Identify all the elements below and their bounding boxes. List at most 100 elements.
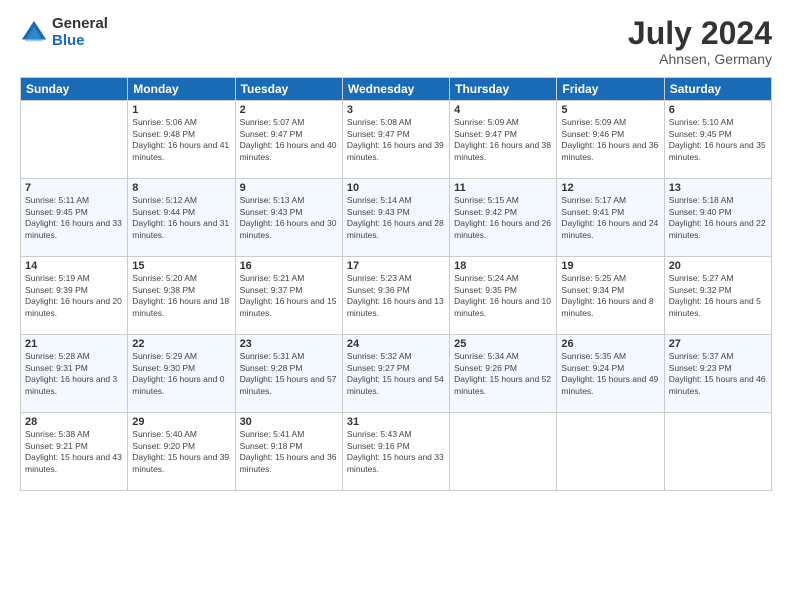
calendar-cell: 29Sunrise: 5:40 AMSunset: 9:20 PMDayligh… — [128, 413, 235, 491]
calendar-cell: 21Sunrise: 5:28 AMSunset: 9:31 PMDayligh… — [21, 335, 128, 413]
calendar-cell: 31Sunrise: 5:43 AMSunset: 9:16 PMDayligh… — [342, 413, 449, 491]
logo-text: General Blue — [52, 16, 108, 49]
header-wednesday: Wednesday — [342, 78, 449, 101]
calendar-cell: 20Sunrise: 5:27 AMSunset: 9:32 PMDayligh… — [664, 257, 771, 335]
cell-day-number: 22 — [132, 338, 230, 350]
cell-day-number: 30 — [240, 416, 338, 428]
cell-day-number: 13 — [669, 182, 767, 194]
cell-info: Sunrise: 5:24 AMSunset: 9:35 PMDaylight:… — [454, 273, 551, 317]
logo-general: General — [52, 16, 108, 33]
header-tuesday: Tuesday — [235, 78, 342, 101]
cell-info: Sunrise: 5:25 AMSunset: 9:34 PMDaylight:… — [561, 273, 653, 317]
calendar-cell: 26Sunrise: 5:35 AMSunset: 9:24 PMDayligh… — [557, 335, 664, 413]
cell-info: Sunrise: 5:32 AMSunset: 9:27 PMDaylight:… — [347, 351, 444, 395]
cell-info: Sunrise: 5:27 AMSunset: 9:32 PMDaylight:… — [669, 273, 761, 317]
cell-day-number: 8 — [132, 182, 230, 194]
week-row-4: 28Sunrise: 5:38 AMSunset: 9:21 PMDayligh… — [21, 413, 772, 491]
cell-day-number: 26 — [561, 338, 659, 350]
title-month: July 2024 — [628, 16, 772, 51]
week-row-1: 7Sunrise: 5:11 AMSunset: 9:45 PMDaylight… — [21, 179, 772, 257]
cell-info: Sunrise: 5:31 AMSunset: 9:28 PMDaylight:… — [240, 351, 337, 395]
cell-day-number: 16 — [240, 260, 338, 272]
cell-info: Sunrise: 5:19 AMSunset: 9:39 PMDaylight:… — [25, 273, 122, 317]
cell-info: Sunrise: 5:06 AMSunset: 9:48 PMDaylight:… — [132, 117, 229, 161]
cell-day-number: 29 — [132, 416, 230, 428]
week-row-2: 14Sunrise: 5:19 AMSunset: 9:39 PMDayligh… — [21, 257, 772, 335]
cell-day-number: 4 — [454, 104, 552, 116]
calendar-cell: 1Sunrise: 5:06 AMSunset: 9:48 PMDaylight… — [128, 101, 235, 179]
logo-icon — [20, 19, 48, 47]
calendar-cell: 17Sunrise: 5:23 AMSunset: 9:36 PMDayligh… — [342, 257, 449, 335]
cell-day-number: 28 — [25, 416, 123, 428]
header: General Blue July 2024 Ahnsen, Germany — [20, 16, 772, 67]
cell-info: Sunrise: 5:21 AMSunset: 9:37 PMDaylight:… — [240, 273, 337, 317]
cell-info: Sunrise: 5:34 AMSunset: 9:26 PMDaylight:… — [454, 351, 551, 395]
cell-info: Sunrise: 5:09 AMSunset: 9:47 PMDaylight:… — [454, 117, 551, 161]
cell-info: Sunrise: 5:14 AMSunset: 9:43 PMDaylight:… — [347, 195, 444, 239]
calendar-cell: 15Sunrise: 5:20 AMSunset: 9:38 PMDayligh… — [128, 257, 235, 335]
cell-info: Sunrise: 5:35 AMSunset: 9:24 PMDaylight:… — [561, 351, 658, 395]
calendar-cell: 23Sunrise: 5:31 AMSunset: 9:28 PMDayligh… — [235, 335, 342, 413]
calendar-cell: 8Sunrise: 5:12 AMSunset: 9:44 PMDaylight… — [128, 179, 235, 257]
cell-day-number: 20 — [669, 260, 767, 272]
calendar-cell — [450, 413, 557, 491]
cell-day-number: 18 — [454, 260, 552, 272]
calendar-cell: 18Sunrise: 5:24 AMSunset: 9:35 PMDayligh… — [450, 257, 557, 335]
page: General Blue July 2024 Ahnsen, Germany S… — [0, 0, 792, 612]
cell-day-number: 9 — [240, 182, 338, 194]
cell-day-number: 10 — [347, 182, 445, 194]
cell-day-number: 15 — [132, 260, 230, 272]
cell-day-number: 12 — [561, 182, 659, 194]
days-header-row: Sunday Monday Tuesday Wednesday Thursday… — [21, 78, 772, 101]
week-row-0: 1Sunrise: 5:06 AMSunset: 9:48 PMDaylight… — [21, 101, 772, 179]
logo: General Blue — [20, 16, 108, 49]
calendar-cell: 24Sunrise: 5:32 AMSunset: 9:27 PMDayligh… — [342, 335, 449, 413]
calendar-cell: 25Sunrise: 5:34 AMSunset: 9:26 PMDayligh… — [450, 335, 557, 413]
cell-info: Sunrise: 5:13 AMSunset: 9:43 PMDaylight:… — [240, 195, 337, 239]
cell-day-number: 5 — [561, 104, 659, 116]
calendar-cell: 14Sunrise: 5:19 AMSunset: 9:39 PMDayligh… — [21, 257, 128, 335]
cell-info: Sunrise: 5:10 AMSunset: 9:45 PMDaylight:… — [669, 117, 766, 161]
cell-day-number: 27 — [669, 338, 767, 350]
calendar-cell: 19Sunrise: 5:25 AMSunset: 9:34 PMDayligh… — [557, 257, 664, 335]
calendar-cell: 16Sunrise: 5:21 AMSunset: 9:37 PMDayligh… — [235, 257, 342, 335]
week-row-3: 21Sunrise: 5:28 AMSunset: 9:31 PMDayligh… — [21, 335, 772, 413]
calendar-cell — [557, 413, 664, 491]
calendar-cell: 28Sunrise: 5:38 AMSunset: 9:21 PMDayligh… — [21, 413, 128, 491]
calendar-cell: 22Sunrise: 5:29 AMSunset: 9:30 PMDayligh… — [128, 335, 235, 413]
cell-info: Sunrise: 5:38 AMSunset: 9:21 PMDaylight:… — [25, 429, 122, 473]
calendar-cell: 4Sunrise: 5:09 AMSunset: 9:47 PMDaylight… — [450, 101, 557, 179]
cell-info: Sunrise: 5:28 AMSunset: 9:31 PMDaylight:… — [25, 351, 117, 395]
calendar-cell: 30Sunrise: 5:41 AMSunset: 9:18 PMDayligh… — [235, 413, 342, 491]
cell-info: Sunrise: 5:20 AMSunset: 9:38 PMDaylight:… — [132, 273, 229, 317]
cell-day-number: 31 — [347, 416, 445, 428]
cell-info: Sunrise: 5:09 AMSunset: 9:46 PMDaylight:… — [561, 117, 658, 161]
cell-day-number: 25 — [454, 338, 552, 350]
cell-info: Sunrise: 5:08 AMSunset: 9:47 PMDaylight:… — [347, 117, 444, 161]
cell-info: Sunrise: 5:12 AMSunset: 9:44 PMDaylight:… — [132, 195, 229, 239]
cell-day-number: 11 — [454, 182, 552, 194]
cell-info: Sunrise: 5:37 AMSunset: 9:23 PMDaylight:… — [669, 351, 766, 395]
cell-day-number: 17 — [347, 260, 445, 272]
calendar-cell: 27Sunrise: 5:37 AMSunset: 9:23 PMDayligh… — [664, 335, 771, 413]
calendar-cell: 5Sunrise: 5:09 AMSunset: 9:46 PMDaylight… — [557, 101, 664, 179]
cell-day-number: 21 — [25, 338, 123, 350]
cell-day-number: 3 — [347, 104, 445, 116]
cell-day-number: 6 — [669, 104, 767, 116]
calendar-cell: 7Sunrise: 5:11 AMSunset: 9:45 PMDaylight… — [21, 179, 128, 257]
cell-info: Sunrise: 5:17 AMSunset: 9:41 PMDaylight:… — [561, 195, 658, 239]
logo-blue: Blue — [52, 33, 108, 50]
calendar-table: Sunday Monday Tuesday Wednesday Thursday… — [20, 77, 772, 491]
cell-info: Sunrise: 5:07 AMSunset: 9:47 PMDaylight:… — [240, 117, 337, 161]
calendar-cell — [21, 101, 128, 179]
calendar-cell: 13Sunrise: 5:18 AMSunset: 9:40 PMDayligh… — [664, 179, 771, 257]
calendar-cell: 6Sunrise: 5:10 AMSunset: 9:45 PMDaylight… — [664, 101, 771, 179]
cell-info: Sunrise: 5:23 AMSunset: 9:36 PMDaylight:… — [347, 273, 444, 317]
cell-info: Sunrise: 5:40 AMSunset: 9:20 PMDaylight:… — [132, 429, 229, 473]
cell-info: Sunrise: 5:18 AMSunset: 9:40 PMDaylight:… — [669, 195, 766, 239]
cell-day-number: 1 — [132, 104, 230, 116]
header-sunday: Sunday — [21, 78, 128, 101]
title-block: July 2024 Ahnsen, Germany — [628, 16, 772, 67]
calendar-cell: 10Sunrise: 5:14 AMSunset: 9:43 PMDayligh… — [342, 179, 449, 257]
cell-day-number: 24 — [347, 338, 445, 350]
